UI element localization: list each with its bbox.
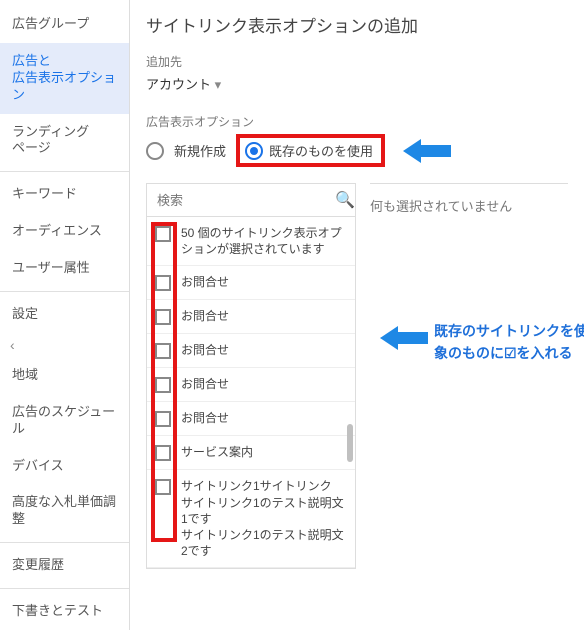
list-item[interactable]: サイトリンク1サイトリンク サイトリンク1のテスト説明文1です サイトリンク1の…	[147, 470, 355, 568]
sidebar-item-location[interactable]: 地域	[0, 357, 129, 394]
scrollbar-thumb[interactable]	[347, 424, 353, 462]
radio-new[interactable]	[146, 142, 164, 160]
sidebar-item-landing[interactable]: ランディング ページ	[0, 114, 129, 168]
checkbox[interactable]	[155, 445, 171, 461]
selected-empty-text: 何も選択されていません	[370, 199, 512, 214]
checkbox[interactable]	[155, 411, 171, 427]
search-input[interactable]	[155, 192, 335, 209]
main-panel: サイトリンク表示オプションの追加 追加先 アカウント ▾ 広告表示オプション 新…	[130, 0, 584, 630]
list-item-text: サイトリンク1サイトリンク サイトリンク1のテスト説明文1です サイトリンク1の…	[181, 478, 347, 559]
account-select[interactable]: アカウント ▾	[146, 74, 568, 93]
sidebar-item-drafts[interactable]: 下書きとテスト	[0, 593, 129, 630]
arrow-left-icon	[380, 326, 398, 350]
list-item[interactable]: お問合せ	[147, 402, 355, 436]
checkbox[interactable]	[155, 309, 171, 325]
list-item-text: お問合せ	[181, 376, 229, 392]
checkbox[interactable]	[155, 226, 171, 242]
list-item[interactable]: お問合せ	[147, 300, 355, 334]
sidebar-item-demographics[interactable]: ユーザー属性	[0, 250, 129, 287]
extension-option-label: 広告表示オプション	[146, 113, 568, 130]
sidebar-item-schedule[interactable]: 広告のスケジュール	[0, 394, 129, 448]
list-item-text: お問合せ	[181, 410, 229, 426]
sidebar-item-device[interactable]: デバイス	[0, 448, 129, 485]
list-item[interactable]: お問合せ	[147, 334, 355, 368]
selected-panel: 何も選択されていません	[370, 183, 568, 569]
checkbox[interactable]	[155, 275, 171, 291]
chevron-left-icon[interactable]: ‹	[0, 333, 129, 357]
radio-existing[interactable]	[245, 142, 263, 160]
checkbox[interactable]	[155, 479, 171, 495]
list-item-text: サービス案内	[181, 444, 253, 460]
list-item-text: お問合せ	[181, 342, 229, 358]
sidebar-item-adgroup[interactable]: 広告グループ	[0, 6, 129, 43]
radio-new-label: 新規作成	[174, 141, 226, 160]
radio-existing-label: 既存のものを使用	[269, 141, 373, 160]
annotation-text: 既存のサイトリンクを使う場合、対象のものに☑を入れる	[434, 320, 584, 365]
sidebar-item-audience[interactable]: オーディエンス	[0, 213, 129, 250]
select-all-row[interactable]: 50 個のサイトリンク表示オプションが選択されています	[147, 217, 355, 266]
caret-down-icon: ▾	[215, 77, 222, 92]
sidebar-item-settings[interactable]: 設定	[0, 296, 129, 333]
sidebar-item-keywords[interactable]: キーワード	[0, 176, 129, 213]
addto-label: 追加先	[146, 53, 568, 70]
list-item-text: お問合せ	[181, 308, 229, 324]
sidebar-item-bid-adj[interactable]: 高度な入札単価調整	[0, 484, 129, 538]
account-value: アカウント	[146, 77, 211, 92]
sidebar: 広告グループ 広告と 広告表示オプション ランディング ページ キーワード オー…	[0, 0, 130, 630]
list-item[interactable]: お問合せ	[147, 368, 355, 402]
checkbox[interactable]	[155, 343, 171, 359]
annotation-arrow-1	[403, 139, 451, 163]
page-title: サイトリンク表示オプションの追加	[146, 12, 568, 37]
list-item[interactable]: お問合せ	[147, 266, 355, 300]
sitelink-list: 🔍 50 個のサイトリンク表示オプションが選択されています お問合せ お問合せ …	[146, 183, 356, 569]
list-item-text: お問合せ	[181, 274, 229, 290]
annotation-2: 既存のサイトリンクを使う場合、対象のものに☑を入れる	[380, 320, 584, 365]
select-all-text: 50 個のサイトリンク表示オプションが選択されています	[181, 225, 347, 257]
search-icon[interactable]: 🔍	[335, 190, 355, 210]
list-item[interactable]: サービス案内	[147, 436, 355, 470]
checkbox[interactable]	[155, 377, 171, 393]
sidebar-item-ads-extensions[interactable]: 広告と 広告表示オプション	[0, 43, 129, 114]
highlight-existing: 既存のものを使用	[236, 134, 385, 167]
